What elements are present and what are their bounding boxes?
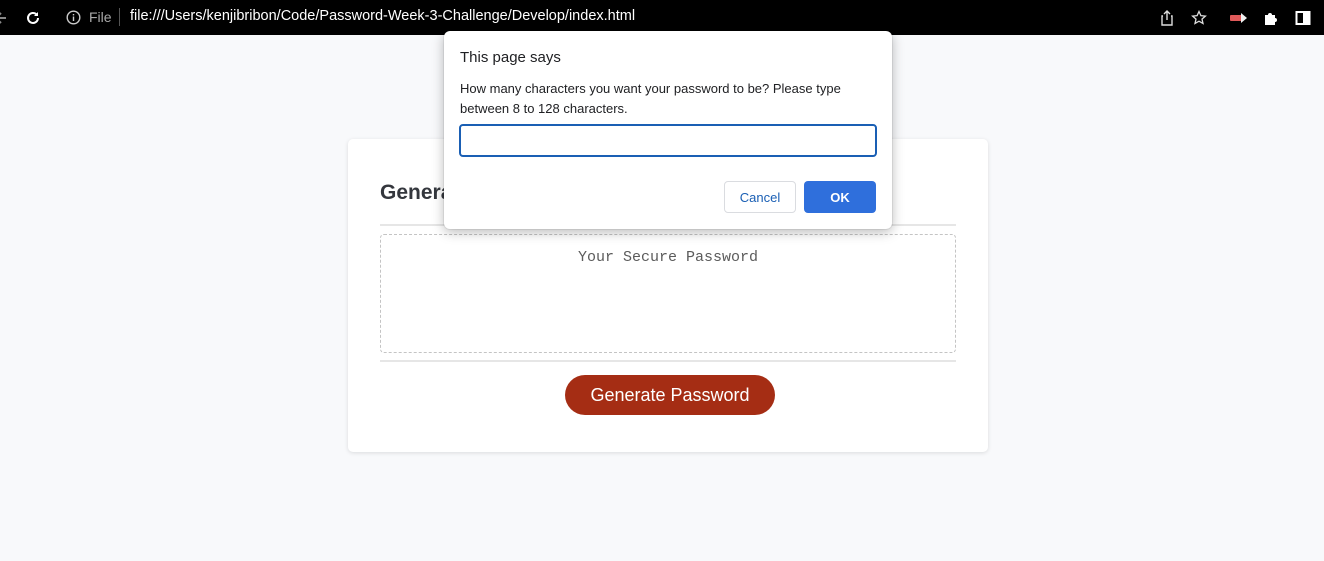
back-icon[interactable] [0, 0, 8, 35]
reload-icon[interactable] [22, 0, 44, 35]
star-icon[interactable] [1189, 0, 1209, 35]
scheme-label[interactable]: File [89, 0, 112, 35]
address-bar[interactable]: file:///Users/kenjibribon/Code/Password-… [130, 0, 635, 35]
prompt-dialog: This page says How many characters you w… [444, 31, 892, 229]
share-icon[interactable] [1158, 0, 1176, 35]
browser-toolbar: File file:///Users/kenjibribon/Code/Pass… [0, 0, 1324, 35]
extension-icon[interactable] [1228, 0, 1250, 35]
toolbar-divider [119, 8, 120, 26]
ok-button[interactable]: OK [804, 181, 876, 213]
password-length-input[interactable] [459, 124, 877, 157]
info-icon[interactable] [64, 0, 82, 35]
card-divider-bottom [380, 360, 956, 362]
side-panel-icon[interactable] [1294, 0, 1312, 35]
dialog-message: How many characters you want your passwo… [460, 81, 841, 116]
puzzle-icon[interactable] [1262, 0, 1280, 35]
dialog-title: This page says [460, 49, 561, 66]
password-output[interactable] [380, 234, 956, 353]
generate-password-button[interactable]: Generate Password [565, 375, 775, 415]
cancel-button[interactable]: Cancel [724, 181, 796, 213]
